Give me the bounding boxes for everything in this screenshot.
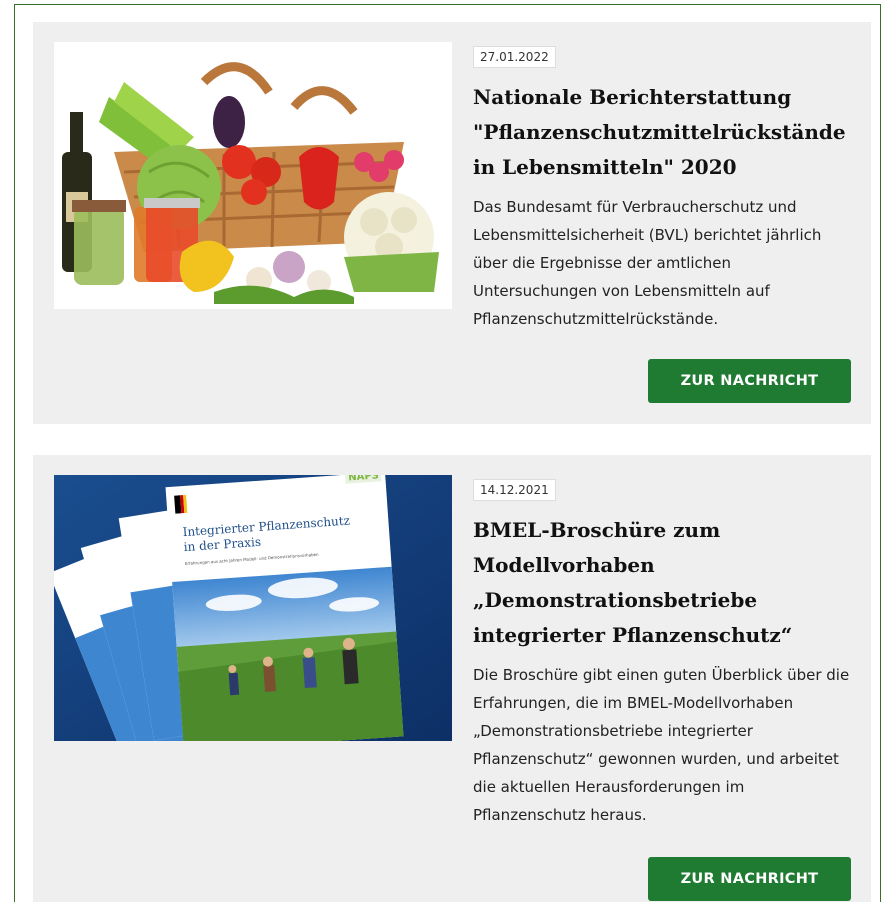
- news-content: 27.01.2022 Nationale Berichterstattung "…: [473, 46, 858, 333]
- news-title[interactable]: Nationale Berichterstattung "Pflanzensch…: [473, 80, 858, 185]
- news-card: Integrierter Pflanzenschutz in der Praxi…: [33, 455, 871, 902]
- news-title[interactable]: BMEL-Broschüre zum Modellvorhaben „Demon…: [473, 513, 858, 653]
- news-image-vegetable-basket[interactable]: [54, 42, 452, 309]
- news-date: 14.12.2021: [473, 479, 556, 501]
- news-image-brochure[interactable]: Integrierter Pflanzenschutz in der Praxi…: [54, 475, 452, 741]
- read-more-button[interactable]: ZUR NACHRICHT: [648, 359, 851, 403]
- brochure-illustration: Integrierter Pflanzenschutz in der Praxi…: [54, 475, 452, 741]
- news-content: 14.12.2021 BMEL-Broschüre zum Modellvorh…: [473, 479, 858, 829]
- news-card: 27.01.2022 Nationale Berichterstattung "…: [33, 22, 871, 424]
- news-teaser: Das Bundesamt für Verbraucherschutz und …: [473, 198, 822, 328]
- news-teaser: Die Broschüre gibt einen guten Überblick…: [473, 666, 850, 824]
- read-more-button[interactable]: ZUR NACHRICHT: [648, 857, 851, 901]
- vegetable-basket-illustration: [54, 42, 452, 309]
- news-date: 27.01.2022: [473, 46, 556, 68]
